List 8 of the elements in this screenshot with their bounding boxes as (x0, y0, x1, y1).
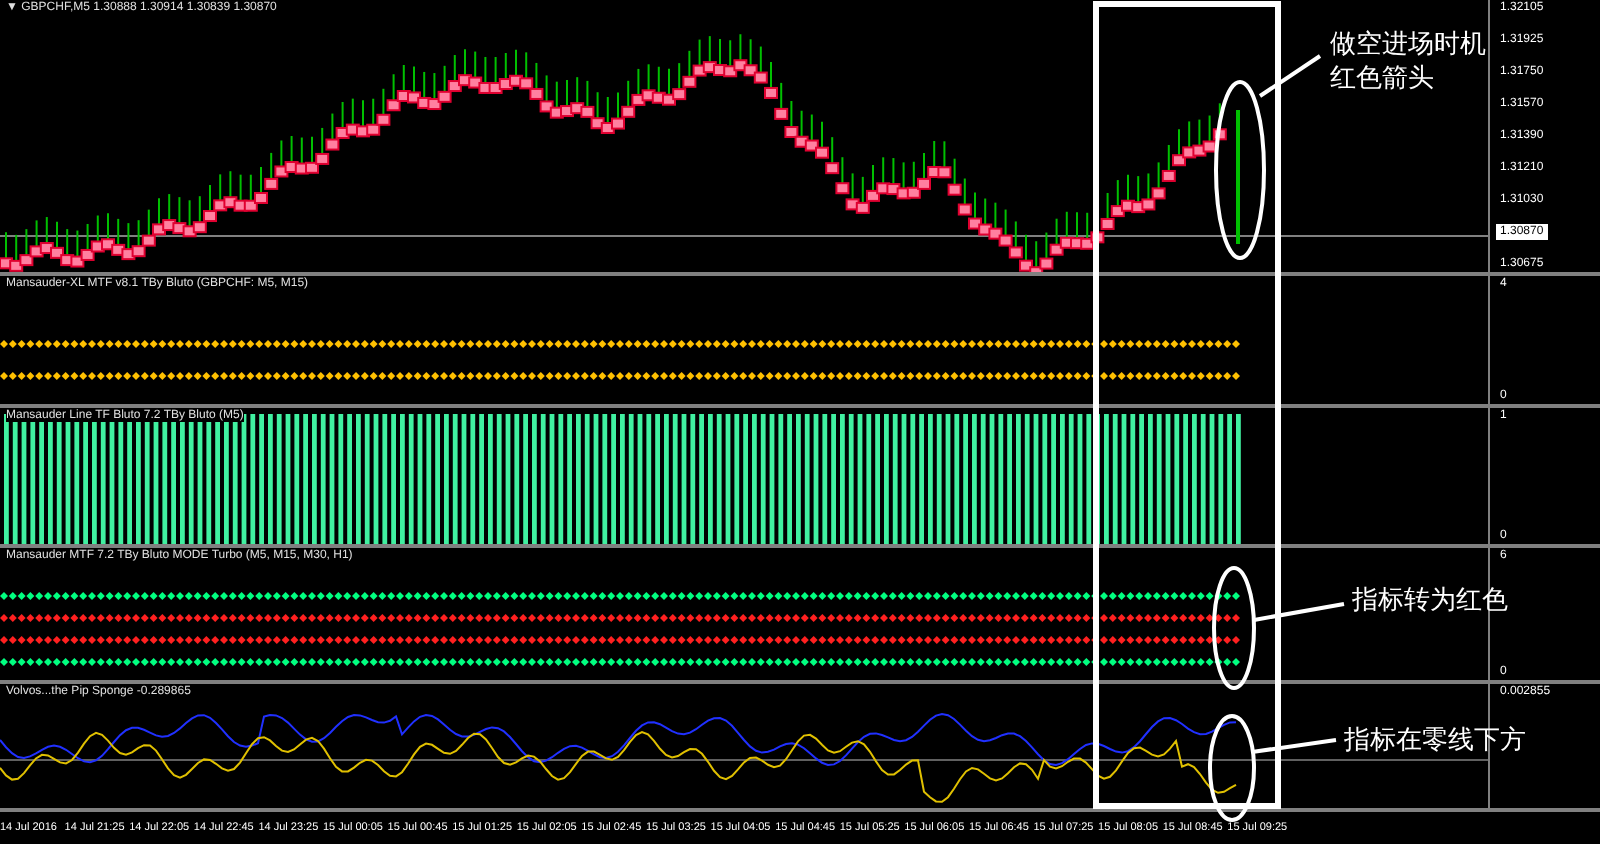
leader-line (1258, 54, 1322, 98)
leader-line (1251, 738, 1337, 754)
callout-ellipse (1208, 714, 1256, 822)
annotation-text: 指标转为红色 (1352, 584, 1508, 618)
callout-ellipse (1212, 566, 1256, 690)
annotation-text: 做空进场时机 红色箭头 (1330, 28, 1486, 96)
annotation-text: 指标在零线下方 (1344, 724, 1526, 758)
leader-line (1253, 602, 1345, 622)
